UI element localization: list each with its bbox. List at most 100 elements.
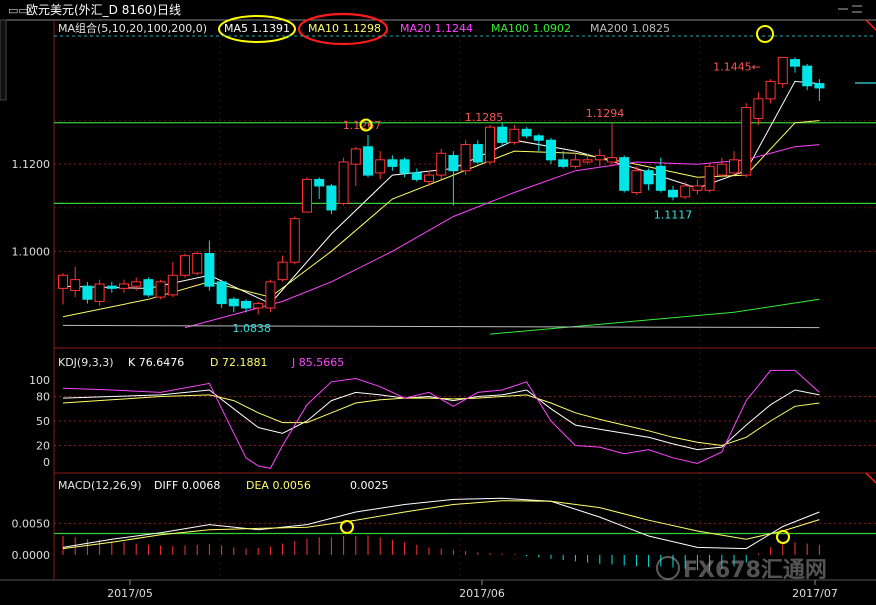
- kdj-y-tick-label: 80: [36, 391, 50, 404]
- candle-body-up: [631, 170, 642, 193]
- candle-body-down: [216, 281, 227, 305]
- left-scroll-handle[interactable]: [0, 19, 7, 101]
- candle-body-down: [790, 59, 800, 67]
- candle-body-up: [253, 303, 264, 309]
- candle-body-down: [643, 170, 654, 185]
- candle-body-up: [753, 98, 764, 119]
- kdj-legend-label: KDJ(9,3,3): [58, 356, 114, 369]
- candle-body-up: [265, 281, 276, 309]
- macd-legend-label: MACD(12,26,9): [58, 479, 142, 492]
- candle-body-down: [399, 159, 410, 174]
- candle-body-up: [692, 185, 703, 191]
- candle: [338, 157, 349, 206]
- candle-body-down: [143, 279, 154, 296]
- candle-body-up: [58, 274, 68, 289]
- candle-body-up: [716, 163, 727, 176]
- candle-body-down: [228, 298, 239, 307]
- candle-body-up: [509, 128, 520, 143]
- macd-y-tick-label: 0.0000: [12, 549, 51, 562]
- candle-body-down: [655, 165, 666, 191]
- candle: [94, 279, 105, 306]
- kdj-y-tick-label: 100: [29, 374, 50, 387]
- macd-dea-legend: DEA 0.0056: [246, 479, 311, 492]
- candle-body-up: [119, 283, 129, 289]
- candle: [460, 140, 471, 176]
- kdj-k-legend: K 76.6476: [128, 356, 184, 369]
- y-tick-label: 1.1000: [12, 245, 51, 258]
- ma20-legend: MA20 1.1244: [400, 22, 473, 35]
- candle-body-down: [533, 135, 544, 141]
- candle-body-up: [375, 159, 386, 174]
- candle: [631, 166, 642, 195]
- price-annotation: 1.1445←: [713, 60, 761, 73]
- candle: [155, 279, 166, 300]
- candle-body-up: [765, 80, 776, 100]
- y-tick-label: 1.1200: [12, 158, 51, 171]
- kdj-y-tick-label: 0: [43, 456, 50, 469]
- candle: [802, 63, 813, 91]
- watermark-text: FX678汇通网: [683, 558, 827, 583]
- ma-legend-label: MA组合(5,10,20,100,200,0): [58, 21, 207, 35]
- ma100-legend: MA100 1.0902: [491, 22, 571, 35]
- candle: [777, 56, 788, 88]
- candle-body-up: [607, 157, 617, 163]
- candle-body-down: [521, 128, 532, 137]
- candle-body-up: [582, 159, 593, 163]
- macd-diff-legend: DIFF 0.0068: [154, 479, 220, 492]
- candle-body-down: [802, 65, 813, 87]
- candle-body-up: [338, 161, 349, 204]
- candle: [619, 155, 630, 193]
- ma5-legend: MA5 1.1391: [224, 22, 290, 35]
- kdj-y-tick-label: 50: [36, 415, 50, 428]
- candle-body-up: [436, 152, 447, 176]
- candle-body-down: [387, 159, 398, 167]
- candle-body-down: [619, 157, 630, 191]
- candle: [326, 183, 337, 215]
- candle-body-down: [668, 189, 678, 198]
- candle-body-down: [204, 253, 215, 287]
- candle-body-up: [289, 218, 300, 263]
- candle-body-up: [680, 185, 691, 198]
- price-annotation: 1.1117: [654, 208, 693, 221]
- candle: [216, 279, 227, 308]
- candle: [180, 253, 190, 278]
- candle: [302, 177, 312, 213]
- candle-body-down: [411, 172, 422, 180]
- candle-body-up: [424, 174, 434, 183]
- candle-body-down: [546, 139, 556, 161]
- candle: [436, 148, 447, 180]
- candle-body-up: [70, 279, 81, 292]
- candle-body-up: [131, 281, 142, 287]
- ma10-legend: MA10 1.1298: [308, 22, 381, 35]
- macd-hist-legend: 0.0025: [350, 479, 389, 492]
- price-annotation: 1.1285: [465, 111, 504, 124]
- kdj-j-legend: J 85.5665: [291, 356, 344, 369]
- candle: [289, 216, 300, 265]
- candle-body-down: [497, 126, 508, 143]
- candle: [143, 277, 154, 298]
- candle-body-up: [302, 178, 312, 213]
- candle-body-down: [326, 185, 337, 211]
- x-tick-label: 2017/07: [792, 587, 838, 600]
- price-annotation: 1.0838: [233, 322, 272, 335]
- candle-body-up: [729, 159, 739, 174]
- macd-y-tick-label: 0.0050: [12, 517, 51, 530]
- chart-title: 欧元美元(外汇_D 8160)日线: [26, 3, 181, 17]
- candle: [704, 164, 715, 193]
- candle-body-down: [558, 159, 569, 167]
- candle-body-up: [594, 154, 605, 161]
- candle-body-down: [814, 83, 825, 89]
- candle: [546, 138, 556, 165]
- candle: [192, 251, 203, 276]
- candle-body-up: [570, 159, 581, 167]
- candle-body-up: [180, 255, 190, 276]
- candle: [485, 124, 495, 165]
- candle-body-down: [106, 285, 117, 289]
- chart-canvas[interactable]: ▭▭ 欧元美元(外汇_D 8160)日线 MA组合(5,10,20,100,20…: [0, 0, 876, 605]
- candle-body-up: [350, 148, 361, 165]
- candle-body-down: [448, 154, 459, 172]
- candle-body-up: [277, 261, 288, 281]
- x-tick-label: 2017/05: [107, 587, 153, 600]
- candle-body-up: [155, 281, 166, 298]
- candle-body-down: [363, 146, 373, 176]
